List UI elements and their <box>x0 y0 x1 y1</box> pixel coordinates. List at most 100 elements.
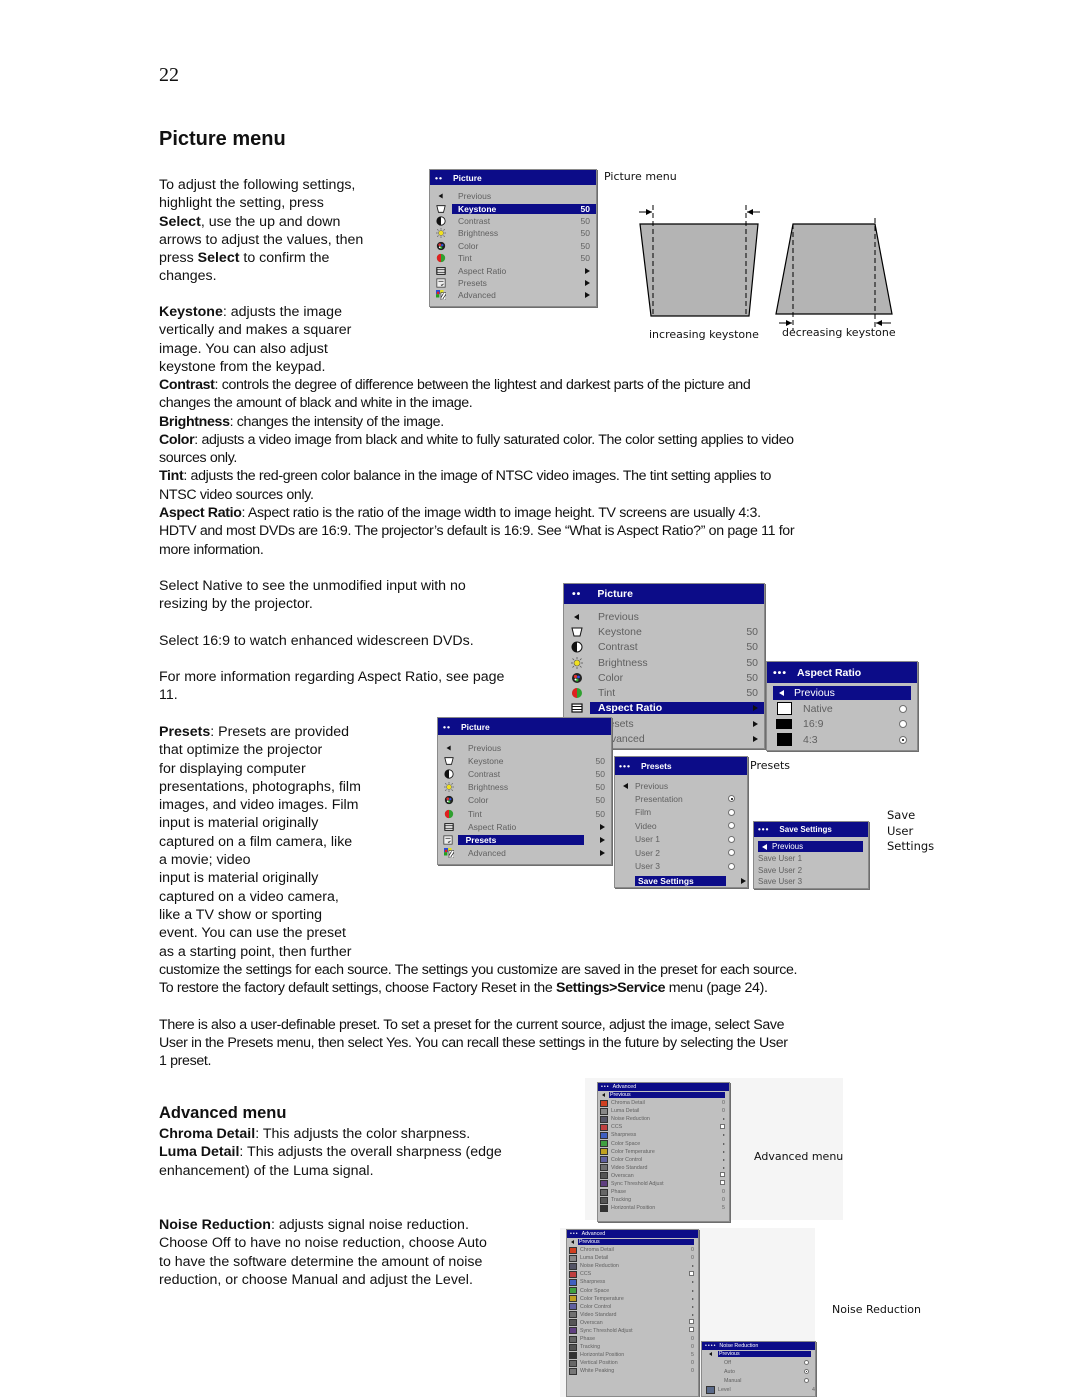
menu-item-aspect-ratio[interactable]: Aspect Ratio <box>438 820 611 833</box>
menu-item-previous[interactable]: Previous <box>438 741 611 754</box>
preset-option[interactable]: User 3 <box>615 860 747 874</box>
save-user-item[interactable]: Save User 3 <box>754 876 868 888</box>
menu-item-chroma-detail[interactable]: Chroma Detail 0 <box>567 1246 698 1254</box>
preset-option[interactable]: Film <box>615 806 747 820</box>
menu-item-tint[interactable]: Tint 50 <box>438 807 611 820</box>
checkbox[interactable] <box>713 1180 729 1187</box>
radio-button[interactable] <box>804 1378 809 1383</box>
menu-item-sharpness[interactable]: Sharpness <box>598 1131 729 1139</box>
menu-item-color[interactable]: Color 50 <box>430 240 596 252</box>
preset-option[interactable]: Presentation <box>615 792 747 806</box>
menu-item-previous[interactable]: Previous <box>567 1238 698 1246</box>
menu-item-color-temperature[interactable]: Color Temperature <box>598 1148 729 1156</box>
menu-item-previous[interactable]: Previous <box>758 841 863 852</box>
menu-item-previous[interactable]: Previous <box>564 609 764 624</box>
menu-item-color-control[interactable]: Color Control <box>598 1156 729 1164</box>
noise-option[interactable]: Manual <box>702 1376 815 1385</box>
menu-item-horizontal-position[interactable]: Horizontal Position 5 <box>567 1351 698 1359</box>
menu-item-previous[interactable]: Previous <box>598 1091 729 1099</box>
menu-item-tint[interactable]: Tint 50 <box>430 252 596 264</box>
menu-item-aspect-ratio[interactable]: Aspect Ratio <box>564 701 764 716</box>
menu-item-luma-detail[interactable]: Luma Detail 0 <box>598 1107 729 1115</box>
menu-item-level[interactable]: Level 4 <box>702 1385 815 1394</box>
menu-item-previous[interactable]: Previous <box>615 779 747 792</box>
menu-item-contrast[interactable]: Contrast 50 <box>564 640 764 655</box>
menu-item-advanced[interactable]: Advanced <box>438 847 611 860</box>
menu-item-save-settings[interactable]: Save Settings <box>615 874 747 888</box>
noise-option[interactable]: Auto <box>702 1367 815 1376</box>
menu-item-noise-reduction[interactable]: Noise Reduction <box>598 1115 729 1123</box>
menu-item-tint[interactable]: Tint 50 <box>564 685 764 700</box>
menu-item-brightness[interactable]: Brightness 50 <box>430 227 596 239</box>
menu-item-presets[interactable]: Presets <box>430 277 596 289</box>
radio-button[interactable] <box>804 1360 809 1365</box>
menu-item-ccs[interactable]: CCS <box>598 1123 729 1131</box>
radio-button[interactable] <box>804 1369 809 1374</box>
menu-item-sync-threshold-adjust[interactable]: Sync Threshold Adjust <box>598 1180 729 1188</box>
presets-paragraph-cont: customize the settings for each source. … <box>159 961 929 1070</box>
menu-title-bar: •• Picture <box>438 718 611 735</box>
menu-item-contrast[interactable]: Contrast 50 <box>438 767 611 780</box>
checkbox[interactable] <box>713 1123 729 1131</box>
menu-item-keystone[interactable]: Keystone 50 <box>564 624 764 639</box>
menu-item-color-space[interactable]: Color Space <box>567 1286 698 1295</box>
checkbox[interactable] <box>682 1327 698 1334</box>
preset-option[interactable]: User 1 <box>615 833 747 847</box>
menu-item-color-control[interactable]: Color Control <box>567 1303 698 1311</box>
aspect-option[interactable]: Native <box>767 701 917 717</box>
menu-item-color[interactable]: Color 50 <box>438 794 611 807</box>
menu-item-phase[interactable]: Phase 0 <box>598 1188 729 1196</box>
menu-item-advanced[interactable]: Advanced <box>430 289 596 301</box>
menu-item-contrast[interactable]: Contrast 50 <box>430 215 596 227</box>
menu-item-aspect-ratio[interactable]: Aspect Ratio <box>430 264 596 276</box>
menu-item-overscan[interactable]: Overscan <box>567 1319 698 1327</box>
checkbox[interactable] <box>682 1270 698 1278</box>
noise-option[interactable]: Off <box>702 1358 815 1367</box>
menu-item-video-standard[interactable]: Video Standard <box>598 1164 729 1172</box>
menu-item-chroma-detail[interactable]: Chroma Detail 0 <box>598 1099 729 1107</box>
radio-button[interactable] <box>728 822 735 830</box>
radio-button[interactable] <box>728 849 735 857</box>
menu-item-previous[interactable]: Previous <box>773 686 911 700</box>
menu-item-brightness[interactable]: Brightness 50 <box>438 781 611 794</box>
menu-item-sync-threshold-adjust[interactable]: Sync Threshold Adjust <box>567 1327 698 1335</box>
menu-item-horizontal-position[interactable]: Horizontal Position 5 <box>598 1204 729 1212</box>
menu-item-keystone[interactable]: Keystone 50 <box>438 754 611 767</box>
menu-item-ccs[interactable]: CCS <box>567 1270 698 1278</box>
menu-item-luma-detail[interactable]: Luma Detail 0 <box>567 1254 698 1262</box>
menu-level-dots: ••• <box>773 666 788 679</box>
menu-item-video-standard[interactable]: Video Standard <box>567 1311 698 1319</box>
menu-item-tracking[interactable]: Tracking 0 <box>567 1343 698 1351</box>
menu-item-presets[interactable]: Presets <box>438 833 611 846</box>
menu-item-phase[interactable]: Phase 0 <box>567 1335 698 1343</box>
menu-item-previous[interactable]: Previous <box>702 1350 815 1358</box>
aspect-option[interactable]: 16:9 <box>767 717 917 733</box>
checkbox[interactable] <box>713 1172 729 1179</box>
menu-item-color-space[interactable]: Color Space <box>598 1139 729 1148</box>
save-user-item[interactable]: Save User 2 <box>754 865 868 877</box>
radio-button[interactable] <box>728 835 735 843</box>
radio-button[interactable] <box>728 795 735 803</box>
menu-title-bar: ••• Presets <box>615 757 747 775</box>
checkbox[interactable] <box>682 1319 698 1326</box>
radio-button[interactable] <box>899 735 907 744</box>
menu-item-white-peaking[interactable]: White Peaking 0 <box>567 1367 698 1375</box>
aspect-option[interactable]: 4:3 <box>767 732 917 748</box>
menu-item-color-temperature[interactable]: Color Temperature <box>567 1295 698 1303</box>
menu-item-color[interactable]: Color 50 <box>564 670 764 685</box>
menu-item-noise-reduction[interactable]: Noise Reduction <box>567 1262 698 1270</box>
preset-option[interactable]: User 2 <box>615 846 747 860</box>
preset-option[interactable]: Video <box>615 819 747 833</box>
menu-item-previous[interactable]: Previous <box>430 190 596 202</box>
menu-item-vertical-position[interactable]: Vertical Position 0 <box>567 1359 698 1367</box>
save-user-item[interactable]: Save User 1 <box>754 853 868 865</box>
radio-button[interactable] <box>899 720 907 729</box>
menu-item-keystone[interactable]: Keystone 50 <box>430 202 596 214</box>
radio-button[interactable] <box>728 808 735 816</box>
radio-button[interactable] <box>899 704 907 713</box>
menu-item-tracking[interactable]: Tracking 0 <box>598 1196 729 1204</box>
radio-button[interactable] <box>728 862 735 870</box>
menu-item-sharpness[interactable]: Sharpness <box>567 1278 698 1286</box>
menu-item-brightness[interactable]: Brightness 50 <box>564 655 764 670</box>
menu-item-overscan[interactable]: Overscan <box>598 1172 729 1180</box>
